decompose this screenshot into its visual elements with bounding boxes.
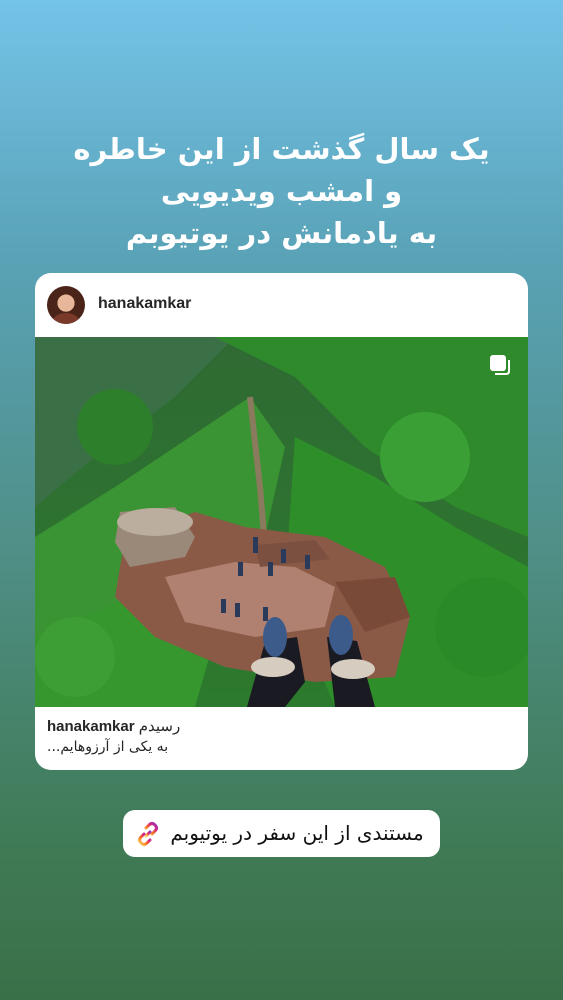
shared-post-card[interactable]: hanakamkar hanakamkar رسیدم به یکی از آر… xyxy=(35,273,528,770)
headline-line-2: و امشب ویدیویی xyxy=(160,174,403,208)
link-sticker-label: مستندی از این سفر در یوتیوبم xyxy=(170,821,424,845)
story-headline: یک سال گذشت از این خاطره و امشب ویدیویی … xyxy=(0,128,563,254)
post-username[interactable]: hanakamkar xyxy=(98,295,191,313)
post-photo[interactable] xyxy=(35,337,528,707)
caption-text: به یکی از آرزوهایم... xyxy=(47,739,169,755)
link-icon xyxy=(138,822,158,846)
post-header: hanakamkar xyxy=(35,273,528,337)
caption-text-word: رسیدم xyxy=(138,718,181,735)
carousel-icon xyxy=(490,355,510,375)
link-sticker[interactable]: مستندی از این سفر در یوتیوبم xyxy=(123,810,440,857)
post-caption: hanakamkar رسیدم به یکی از آرزوهایم... xyxy=(47,717,517,757)
headline-line-1: یک سال گذشت از این خاطره xyxy=(73,132,490,166)
headline-line-3: به یادمانش در یوتیوبم xyxy=(125,216,438,250)
caption-username[interactable]: hanakamkar xyxy=(47,718,135,735)
avatar[interactable] xyxy=(47,286,85,324)
post-photo-image xyxy=(35,337,528,707)
